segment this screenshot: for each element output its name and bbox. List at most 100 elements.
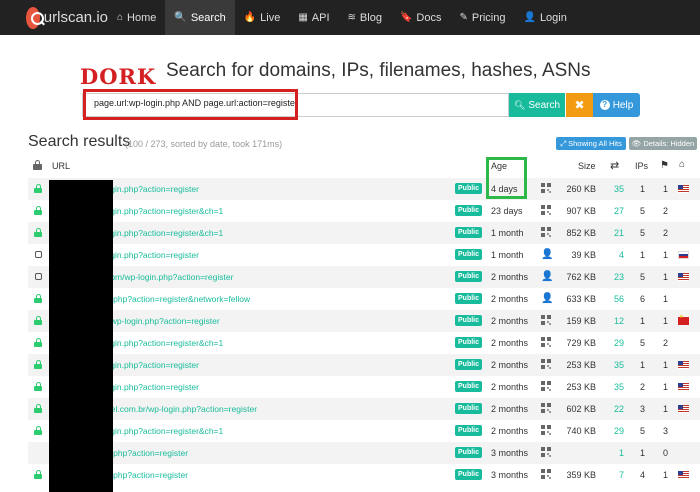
result-size: 602 KB xyxy=(566,404,596,414)
result-ips-count: 1 xyxy=(639,448,645,458)
table-row[interactable]: wp-login.php?action=register&ch=1 Public 2… xyxy=(28,332,700,354)
result-links-count[interactable]: 56 xyxy=(608,294,624,304)
result-links-count[interactable]: 12 xyxy=(608,316,624,326)
result-links-count[interactable]: 22 xyxy=(608,404,624,414)
qrcode-icon[interactable] xyxy=(541,205,551,215)
result-age: 2 months xyxy=(491,316,529,326)
nav-label: Docs xyxy=(416,11,442,24)
table-row[interactable]: .com/wp-login.php?action=register Public 2… xyxy=(28,310,700,332)
eye-icon: 👁 xyxy=(631,139,642,148)
nav-label: Blog xyxy=(359,11,382,24)
lock-icon xyxy=(34,404,42,413)
table-row[interactable]: wp-login.php?action=register&ch=1 Public 2… xyxy=(28,420,700,442)
show-all-hits-toggle[interactable]: ⤢ Showing All Hits xyxy=(556,137,626,150)
result-links-count[interactable]: 1 xyxy=(608,448,624,458)
nav-docs[interactable]: 🔖 Docs xyxy=(391,0,451,35)
home-icon: ⌂ xyxy=(117,12,124,23)
nav-pricing[interactable]: ✎ Pricing xyxy=(450,0,514,35)
help-button[interactable]: ? Help xyxy=(593,93,640,117)
result-age: 2 months xyxy=(491,272,529,282)
visibility-badge: Public xyxy=(455,293,483,304)
result-age: 2 months xyxy=(491,338,529,348)
result-size: 852 KB xyxy=(566,228,596,238)
details-toggle[interactable]: 👁 Details: Hidden xyxy=(629,137,697,150)
qrcode-icon[interactable] xyxy=(541,183,551,193)
country-flag-us-icon xyxy=(678,273,689,281)
user-icon[interactable]: 👤 xyxy=(541,293,553,304)
result-links-count[interactable]: 23 xyxy=(608,272,624,282)
qrcode-icon[interactable] xyxy=(541,403,551,413)
page-heading: Search for domains, IPs, filenames, hash… xyxy=(166,60,591,81)
result-size: 633 KB xyxy=(566,294,596,304)
result-links-count[interactable]: 4 xyxy=(608,250,624,260)
brand-logo[interactable]: urlscan.io xyxy=(26,6,108,29)
result-links-count[interactable]: 29 xyxy=(608,426,624,436)
qrcode-icon[interactable] xyxy=(541,447,551,457)
visibility-badge: Public xyxy=(455,315,483,326)
qrcode-icon: ▦ xyxy=(298,12,308,23)
visibility-badge: Public xyxy=(455,359,483,370)
table-row[interactable]: wp-login.php?action=register Public 4 days… xyxy=(28,178,700,200)
table-row[interactable]: wp-login.php?action=register&ch=1 Public 1… xyxy=(28,222,700,244)
url-column-header[interactable]: URL xyxy=(52,161,70,171)
result-url-link[interactable]: -login.php?action=register&network=fello… xyxy=(90,294,250,304)
search-icon: 🔍︎ xyxy=(513,99,526,110)
qrcode-icon[interactable] xyxy=(541,469,551,479)
qrcode-icon[interactable] xyxy=(541,227,551,237)
result-countries-count: 0 xyxy=(662,448,668,458)
result-size: 253 KB xyxy=(566,360,596,370)
visibility-badge: Public xyxy=(455,249,483,260)
result-size: 159 KB xyxy=(566,316,596,326)
result-age: 3 months xyxy=(491,448,529,458)
country-flag-us-icon xyxy=(678,471,689,479)
table-row[interactable]: -login.php?action=register&network=fello… xyxy=(28,288,700,310)
qrcode-icon[interactable] xyxy=(541,425,551,435)
visibility-badge: Public xyxy=(455,425,483,436)
user-icon[interactable]: 👤 xyxy=(541,271,553,282)
result-ips-count: 4 xyxy=(639,470,645,480)
table-row[interactable]: -login.php?action=register Public 3 months… xyxy=(28,464,700,486)
ips-column-header[interactable]: IPs xyxy=(635,161,648,171)
search-button[interactable]: 🔍︎ Search xyxy=(509,93,565,117)
qrcode-icon[interactable] xyxy=(541,381,551,391)
table-row[interactable]: wp-login.php?action=register Public 2 mont… xyxy=(28,376,700,398)
nav-live[interactable]: 🔥 Live xyxy=(235,0,290,35)
result-age: 23 days xyxy=(491,206,523,216)
result-links-count[interactable]: 35 xyxy=(608,184,624,194)
clear-button[interactable]: ✖ xyxy=(566,93,593,117)
table-row[interactable]: -login.php?action=register Public 3 months… xyxy=(28,442,700,464)
user-icon[interactable]: 👤 xyxy=(541,249,553,260)
lock-icon xyxy=(34,206,42,215)
size-column-header[interactable]: Size xyxy=(578,161,596,171)
result-size: 39 KB xyxy=(571,250,596,260)
result-url-link[interactable]: cehotel.com.br/wp-login.php?action=regis… xyxy=(90,404,257,414)
nav-label: Login xyxy=(539,11,567,24)
result-links-count[interactable]: 7 xyxy=(608,470,624,480)
nav-api[interactable]: ▦ API xyxy=(289,0,338,35)
result-countries-count: 1 xyxy=(662,360,668,370)
fire-icon: 🔥 xyxy=(243,12,257,23)
nav-login[interactable]: 👤 Login xyxy=(514,0,575,35)
nav-search[interactable]: 🔍 Search xyxy=(165,0,235,35)
result-size: 359 KB xyxy=(566,470,596,480)
nav-blog[interactable]: ≋ Blog xyxy=(339,0,391,35)
result-age: 2 months xyxy=(491,426,529,436)
table-row[interactable]: cehotel.com.br/wp-login.php?action=regis… xyxy=(28,398,700,420)
result-links-count[interactable]: 35 xyxy=(608,382,624,392)
result-links-count[interactable]: 27 xyxy=(608,206,624,216)
result-links-count[interactable]: 35 xyxy=(608,360,624,370)
question-icon: ? xyxy=(599,100,610,110)
table-row[interactable]: wp-login.php?action=register Public 2 mont… xyxy=(28,354,700,376)
table-row[interactable]: wp-login.php?action=register Public 1 mont… xyxy=(28,244,700,266)
result-links-count[interactable]: 21 xyxy=(608,228,624,238)
qrcode-icon[interactable] xyxy=(541,359,551,369)
house-icon: ⌂ xyxy=(679,159,686,170)
nav-home[interactable]: ⌂ Home xyxy=(108,0,165,35)
qrcode-icon[interactable] xyxy=(541,337,551,347)
table-row[interactable]: wp-login.php?action=register&ch=1 Public 2… xyxy=(28,200,700,222)
qrcode-icon[interactable] xyxy=(541,315,551,325)
result-size: 260 KB xyxy=(566,184,596,194)
table-row[interactable]: ece.com/wp-login.php?action=register Publ… xyxy=(28,266,700,288)
result-links-count[interactable]: 29 xyxy=(608,338,624,348)
expand-icon: ⤢ xyxy=(560,138,567,148)
